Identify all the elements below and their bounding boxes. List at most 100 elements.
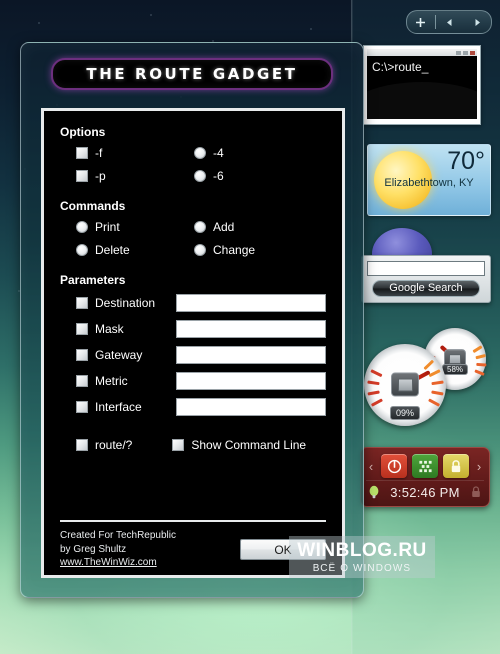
show-command-line-checkbox[interactable] — [172, 439, 185, 451]
options-heading: Options — [60, 125, 106, 139]
command-prompt-screen: C:\>route_ — [367, 56, 477, 119]
option-6-radio[interactable] — [194, 170, 206, 182]
parameter-destination-row: Destination — [76, 294, 326, 312]
parameter-metric-input[interactable] — [176, 372, 326, 390]
option-p-checkbox[interactable] — [76, 170, 88, 182]
bottom-options-group: route/? Show Command Line — [76, 438, 326, 452]
parameter-metric-checkbox[interactable] — [76, 375, 88, 387]
page-title: THE ROUTE GADGET — [86, 65, 298, 83]
parameter-mask-row: Mask — [76, 320, 326, 338]
google-search-gadget: Google Search — [361, 255, 491, 303]
option-f-checkbox[interactable] — [76, 147, 88, 159]
parameter-mask-toggle[interactable]: Mask — [76, 322, 176, 336]
command-delete-label: Delete — [95, 243, 130, 257]
parameter-mask-label: Mask — [95, 322, 124, 336]
parameter-mask-input[interactable] — [176, 320, 326, 338]
parameter-mask-checkbox[interactable] — [76, 323, 88, 335]
option-4-radio[interactable] — [194, 147, 206, 159]
chevron-right-icon — [475, 18, 480, 26]
parameter-gateway-checkbox[interactable] — [76, 349, 88, 361]
search-input[interactable] — [367, 261, 485, 276]
sidebar-toolbar — [406, 10, 492, 34]
command-add-radio[interactable] — [194, 221, 206, 233]
control-previous-button[interactable]: ‹ — [366, 460, 376, 473]
command-delete-radio[interactable] — [76, 244, 88, 256]
option-6-label: -6 — [213, 169, 224, 183]
parameter-destination-toggle[interactable]: Destination — [76, 296, 176, 310]
volume-icon[interactable] — [368, 485, 380, 499]
add-gadget-button[interactable] — [407, 11, 435, 33]
parameter-gateway-row: Gateway — [76, 346, 326, 364]
option-f-row[interactable]: -f — [76, 146, 194, 160]
lock-icon — [451, 459, 461, 472]
option-6-row[interactable]: -6 — [194, 169, 326, 183]
weather-gadget[interactable]: 70° Elizabethtown, KY — [367, 144, 491, 216]
small-lock-icon[interactable] — [470, 485, 482, 499]
option-p-row[interactable]: -p — [76, 169, 194, 183]
command-print-radio[interactable] — [76, 221, 88, 233]
ok-button[interactable]: OK — [240, 539, 326, 561]
parameter-gateway-toggle[interactable]: Gateway — [76, 348, 176, 362]
option-4-row[interactable]: -4 — [194, 146, 326, 160]
control-next-button[interactable]: › — [474, 460, 484, 473]
plus-icon — [416, 17, 426, 27]
weather-temperature: 70° — [447, 147, 485, 175]
options-group: -f -4 -p -6 — [76, 146, 326, 183]
maximize-icon — [463, 50, 468, 55]
minimize-icon — [456, 50, 461, 55]
cpu-meter: 09% — [364, 344, 446, 426]
show-command-line-row[interactable]: Show Command Line — [172, 438, 306, 452]
chevron-left-icon — [447, 18, 452, 26]
parameter-gateway-input[interactable] — [176, 346, 326, 364]
command-delete-row[interactable]: Delete — [76, 243, 194, 257]
weather-location: Elizabethtown, KY — [384, 177, 474, 189]
option-p-label: -p — [95, 169, 106, 183]
power-button[interactable] — [381, 454, 407, 478]
network-button[interactable] — [412, 454, 438, 478]
previous-gadget-button[interactable] — [436, 11, 464, 33]
parameter-destination-label: Destination — [95, 296, 156, 310]
author-website-link[interactable]: www.TheWinWiz.com — [60, 556, 157, 569]
cpu-memory-meter-gadget[interactable]: 58% 09% — [362, 322, 490, 430]
power-icon — [387, 459, 401, 473]
parameter-interface-label: Interface — [95, 400, 142, 414]
clock-row: 3:52:46 PM — [366, 480, 484, 503]
control-panel-buttons: ‹ › — [366, 452, 484, 480]
parameter-interface-toggle[interactable]: Interface — [76, 400, 176, 414]
command-print-label: Print — [95, 220, 120, 234]
commands-heading: Commands — [60, 199, 126, 213]
credit-line-1: Created For TechRepublic — [60, 530, 176, 542]
google-search-button[interactable]: Google Search — [372, 280, 480, 297]
route-help-checkbox[interactable] — [76, 439, 88, 451]
parameter-metric-label: Metric — [95, 374, 128, 388]
command-prompt-titlebar — [367, 49, 477, 56]
credit-line-2: by Greg Shultz — [60, 543, 127, 555]
option-f-label: -f — [95, 146, 103, 160]
network-icon — [418, 460, 432, 472]
parameter-interface-checkbox[interactable] — [76, 401, 88, 413]
command-change-row[interactable]: Change — [194, 243, 326, 257]
lock-button[interactable] — [443, 454, 469, 478]
parameter-metric-toggle[interactable]: Metric — [76, 374, 176, 388]
parameter-gateway-label: Gateway — [95, 348, 143, 362]
control-panel-gadget: ‹ › 3:52:46 PM — [360, 447, 490, 507]
command-add-label: Add — [213, 220, 235, 234]
parameter-interface-input[interactable] — [176, 398, 326, 416]
route-gadget-window: THE ROUTE GADGET Options -f -4 -p -6 Com… — [20, 42, 364, 598]
parameter-destination-input[interactable] — [176, 294, 326, 312]
close-icon — [470, 50, 475, 55]
command-add-row[interactable]: Add — [194, 220, 326, 234]
clock-time: 3:52:46 PM — [390, 484, 460, 500]
route-gadget-title-banner: THE ROUTE GADGET — [51, 58, 333, 90]
parameters-group: Destination Mask Gateway Metric Interfac… — [76, 294, 326, 424]
route-help-row[interactable]: route/? — [76, 438, 132, 452]
cpu-chip-icon — [391, 372, 419, 397]
command-change-radio[interactable] — [194, 244, 206, 256]
command-print-row[interactable]: Print — [76, 220, 194, 234]
parameter-interface-row: Interface — [76, 398, 326, 416]
parameter-destination-checkbox[interactable] — [76, 297, 88, 309]
command-prompt-gadget[interactable]: C:\>route_ — [363, 45, 481, 125]
parameter-metric-row: Metric — [76, 372, 326, 390]
next-gadget-button[interactable] — [463, 11, 491, 33]
parameters-heading: Parameters — [60, 273, 126, 287]
